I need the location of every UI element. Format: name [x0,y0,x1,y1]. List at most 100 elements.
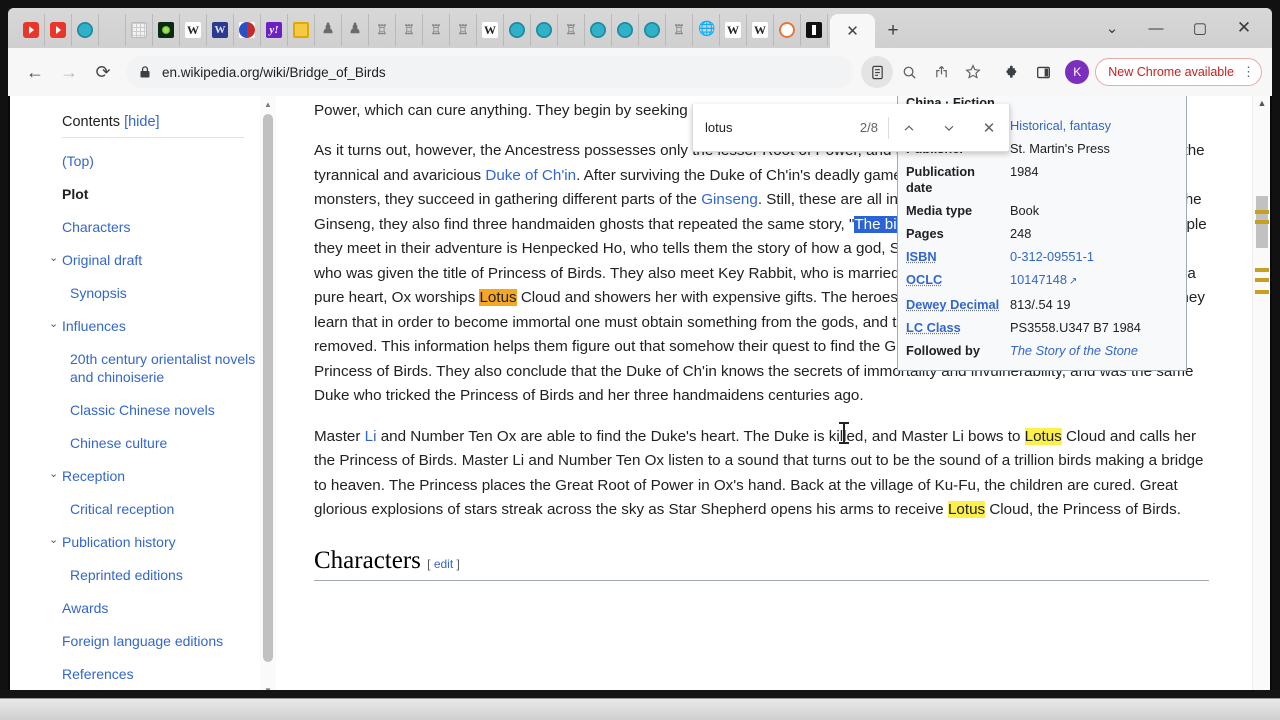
toc-item-reception[interactable]: ⌄ Reception [49,459,260,492]
tab-12[interactable]: ♟ [342,14,369,46]
tab-10[interactable] [288,14,315,46]
tab-23[interactable] [639,14,666,46]
toc-item-20th-century-orientalist-novels-and-chinoiserie[interactable]: 20th century orientalist novels and chin… [62,342,260,393]
tab-11[interactable]: ♟ [315,14,342,46]
close-tab-icon[interactable]: ✕ [846,24,859,39]
toc-scrollbar-thumb[interactable] [263,114,273,662]
page-viewport: Contents [hide] (Top) Plot Characters ⌄ Orig… [8,96,1272,698]
link-duke-of-chin[interactable]: Duke of Ch'in [485,167,576,184]
lock-icon [140,66,150,78]
maximize-button[interactable]: ▢ [1178,8,1222,48]
infobox-value[interactable]: 0-312-09551-1 [1010,249,1178,265]
infobox-value[interactable]: The Story of the Stone [1010,343,1178,359]
toc-item-top[interactable]: (Top) [62,144,260,177]
infobox-value-link[interactable]: The Story of the Stone [1010,343,1138,358]
tab-21[interactable] [585,14,612,46]
toc-item-foreign-language-editions[interactable]: Foreign language editions [62,624,260,657]
tab-7[interactable]: W [207,14,234,46]
toc-item-critical-reception[interactable]: Critical reception [62,492,260,525]
infobox-key[interactable]: LC Class [906,320,1010,336]
tab-25[interactable]: 🌐 [693,14,720,46]
toc-item-characters[interactable]: Characters [62,210,260,243]
infobox-key[interactable]: Dewey Decimal [906,297,1010,313]
tab-13[interactable]: ♖ [369,14,396,46]
tab-3[interactable] [99,14,126,46]
page-scroll-up-icon[interactable]: ▲ [1253,98,1270,108]
edit-bracket-open: [ [427,556,431,571]
tab-14[interactable]: ♖ [396,14,423,46]
link-li[interactable]: Li [365,428,377,445]
tab-29[interactable] [801,14,828,46]
toc-item-awards[interactable]: Awards [62,591,260,624]
edit-link[interactable]: edit [434,557,453,571]
new-tab-button[interactable]: + [875,14,911,48]
tab-search-dropdown-button[interactable]: ⌄ [1090,8,1134,48]
tab-2[interactable] [72,14,99,46]
back-button[interactable]: ← [18,55,52,89]
active-tab[interactable]: ✕ [830,14,875,48]
share-icon[interactable] [925,56,957,88]
tab-26[interactable]: W [720,14,747,46]
tab-27[interactable]: W [747,14,774,46]
toc-scrollbar[interactable]: ▲ ▼ [260,96,276,695]
tab-24[interactable]: ♖ [666,14,693,46]
chevron-down-icon[interactable]: ⌄ [49,317,58,332]
tab-6[interactable]: W [180,14,207,46]
side-panel-icon[interactable] [1027,56,1059,88]
edit-section: [ edit ] [427,557,460,571]
toc-item-chinese-culture[interactable]: Chinese culture [62,426,260,459]
toc-item-influences[interactable]: ⌄ Influences [49,309,260,342]
toc-item-synopsis[interactable]: Synopsis [62,276,260,309]
tab-18[interactable] [504,14,531,46]
toc-scroll-up-icon[interactable]: ▲ [260,96,276,112]
chrome-menu-icon[interactable]: ⋮ [1242,65,1255,78]
toc-item-references[interactable]: References [62,657,260,690]
find-close-button[interactable]: ✕ [969,104,1009,152]
tab-8[interactable] [234,14,261,46]
zoom-search-icon[interactable] [893,56,925,88]
close-window-button[interactable]: ✕ [1222,8,1266,48]
avatar[interactable]: K [1065,60,1090,84]
minimize-button[interactable]: — [1134,8,1178,48]
toc-item-classic-chinese-novels[interactable]: Classic Chinese novels [62,393,260,426]
forward-button[interactable]: → [52,55,86,89]
genre-link[interactable]: Historical, fantasy [1010,118,1111,133]
find-previous-button[interactable] [889,104,929,152]
infobox-value-link[interactable]: 0-312-09551-1 [1010,249,1094,264]
reader-mode-icon[interactable] [861,56,894,88]
toc-item-reprinted-editions[interactable]: Reprinted editions [62,558,260,591]
infobox-key[interactable]: OCLC [906,272,1010,290]
find-next-button[interactable] [929,104,969,152]
tab-28[interactable] [774,14,801,46]
chrome-update-button[interactable]: New Chrome available ⋮ [1095,58,1262,86]
tab-15[interactable]: ♖ [423,14,450,46]
tab-9[interactable]: y! [261,14,288,46]
infobox-key[interactable]: ISBN [906,249,1010,265]
tab-16[interactable]: ♖ [450,14,477,46]
tab-20[interactable]: ♖ [558,14,585,46]
toc-item-publication-history[interactable]: ⌄ Publication history [49,525,260,558]
tab-17[interactable]: W [477,14,504,46]
star-icon[interactable] [957,56,989,88]
chevron-down-icon[interactable]: ⌄ [49,251,58,266]
link-ginseng[interactable]: Ginseng [701,191,758,208]
chevron-down-icon[interactable]: ⌄ [49,533,58,548]
tab-4[interactable] [126,14,153,46]
reload-button[interactable]: ⟳ [86,55,120,89]
tab-22[interactable] [612,14,639,46]
page-scrollbar[interactable]: ▲ [1252,96,1270,695]
toc-hide-link[interactable]: [hide] [124,114,159,130]
infobox-value-link[interactable]: 10147148 [1010,272,1067,287]
toc-item-plot[interactable]: Plot [62,177,260,210]
chevron-down-icon[interactable]: ⌄ [49,467,58,482]
find-input[interactable]: lotus [693,120,860,135]
toc-item-label: Characters [62,218,131,235]
infobox-value[interactable]: 10147148 ↗ [1010,272,1178,290]
tab-0[interactable] [18,14,45,46]
tab-19[interactable] [531,14,558,46]
tab-1[interactable] [45,14,72,46]
tab-5[interactable] [153,14,180,46]
puzzle-icon[interactable] [995,56,1027,88]
toc-item-original-draft[interactable]: ⌄ Original draft [49,243,260,276]
address-bar[interactable]: en.wikipedia.org/wiki/Bridge_of_Birds [126,56,854,88]
